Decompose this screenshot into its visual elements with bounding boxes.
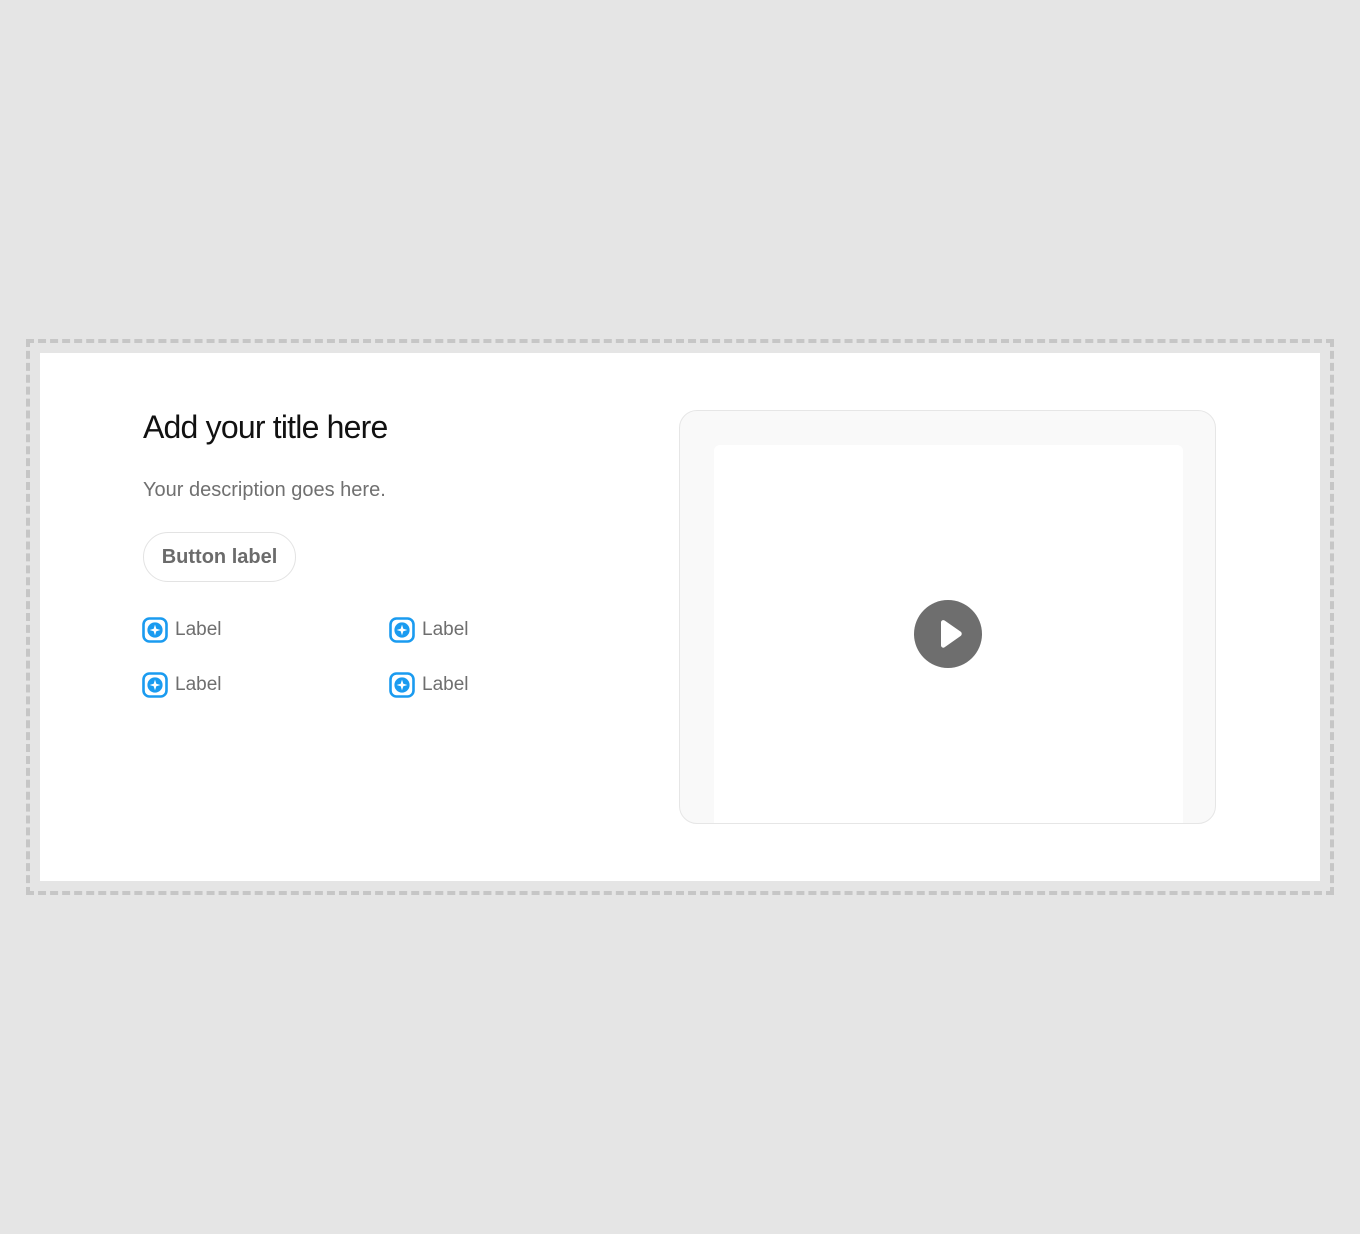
video-player[interactable] xyxy=(714,445,1183,823)
feature-item: Label xyxy=(142,616,222,644)
feature-item: Label xyxy=(389,616,469,644)
feature-item: Label xyxy=(389,671,469,699)
feature-label: Label xyxy=(175,619,222,640)
sparkle-icon xyxy=(142,672,168,698)
play-icon xyxy=(941,620,962,648)
primary-button[interactable]: Button label xyxy=(143,532,296,582)
video-card xyxy=(679,410,1216,824)
feature-label: Label xyxy=(422,674,469,695)
feature-item: Label xyxy=(142,671,222,699)
play-button[interactable] xyxy=(914,600,982,668)
section-title: Add your title here xyxy=(143,409,388,445)
section-description: Your description goes here. xyxy=(143,479,386,501)
sparkle-icon xyxy=(389,672,415,698)
canvas: Add your title here Your description goe… xyxy=(0,0,1360,1234)
feature-section: Add your title here Your description goe… xyxy=(40,353,1320,881)
feature-label: Label xyxy=(422,619,469,640)
sparkle-icon xyxy=(142,617,168,643)
feature-label: Label xyxy=(175,674,222,695)
sparkle-icon xyxy=(389,617,415,643)
